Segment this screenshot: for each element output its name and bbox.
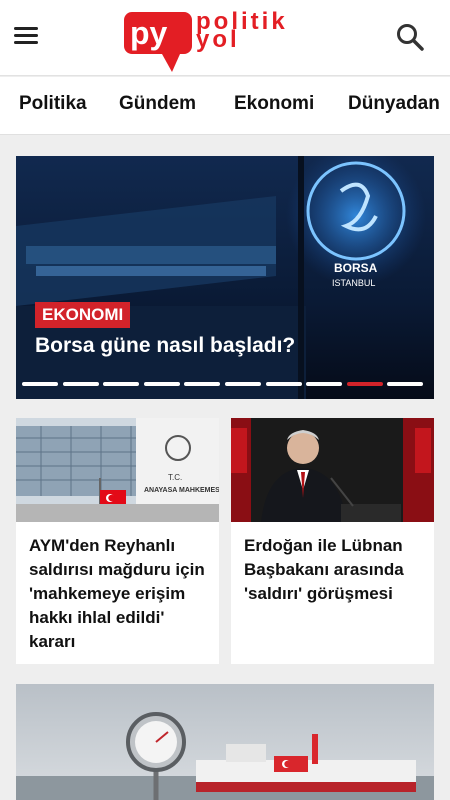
slider-dot[interactable]	[22, 382, 58, 386]
news-card-image: T.C. ANAYASA MAHKEMESİ	[16, 418, 219, 522]
news-card-image	[231, 418, 434, 522]
hamburger-icon	[14, 27, 42, 44]
slider-dot[interactable]	[387, 382, 424, 386]
search-icon	[397, 24, 424, 51]
sign-tc: T.C.	[168, 473, 182, 482]
screen-text-borsa: BORSA	[334, 261, 378, 275]
slider-dot[interactable]	[265, 382, 302, 386]
logo-text-bottom: yol	[196, 26, 240, 53]
site-logo[interactable]: py politik yol	[122, 6, 322, 72]
slider-dots	[22, 382, 428, 386]
nav-item-politika[interactable]: Politika	[19, 93, 87, 115]
sign-anayasa: ANAYASA MAHKEMESİ	[144, 486, 219, 494]
nav-item-gundem[interactable]: Gündem	[119, 93, 196, 115]
hero-title[interactable]: Borsa güne nasıl başladı?	[35, 334, 295, 358]
slider-dot[interactable]	[306, 382, 343, 386]
hero-slider[interactable]: BORSA ISTANBUL EKONOMI Borsa güne nasıl …	[16, 156, 434, 399]
news-card-title[interactable]: AYM'den Reyhanlı saldırısı mağduru için …	[29, 534, 211, 654]
news-card[interactable]	[16, 684, 434, 800]
slider-dot[interactable]	[143, 382, 180, 386]
hero-image: BORSA ISTANBUL	[16, 156, 434, 399]
slider-dot[interactable]	[225, 382, 261, 386]
slider-dot[interactable]	[346, 382, 383, 386]
top-bar: py politik yol	[0, 0, 450, 76]
nav-item-ekonomi[interactable]: Ekonomi	[234, 93, 314, 115]
nav-item-dunyadan[interactable]: Dünyadan	[348, 93, 440, 115]
news-card[interactable]: Erdoğan ile Lübnan Başbakanı arasında 's…	[231, 418, 434, 664]
news-card-title[interactable]: Erdoğan ile Lübnan Başbakanı arasında 's…	[244, 534, 426, 606]
menu-button[interactable]	[14, 24, 42, 48]
slider-dot[interactable]	[62, 382, 99, 386]
svg-text:py: py	[130, 15, 168, 51]
search-button[interactable]	[395, 22, 425, 52]
news-card-image	[16, 684, 434, 800]
slider-dot[interactable]	[184, 382, 221, 386]
screen-text-istanbul: ISTANBUL	[332, 278, 375, 288]
news-card[interactable]: T.C. ANAYASA MAHKEMESİ AYM'den Reyhanlı …	[16, 418, 219, 664]
slider-dot[interactable]	[103, 382, 140, 386]
category-badge[interactable]: EKONOMI	[35, 302, 131, 328]
category-nav: Politika Gündem Ekonomi Dünyadan	[0, 77, 450, 135]
